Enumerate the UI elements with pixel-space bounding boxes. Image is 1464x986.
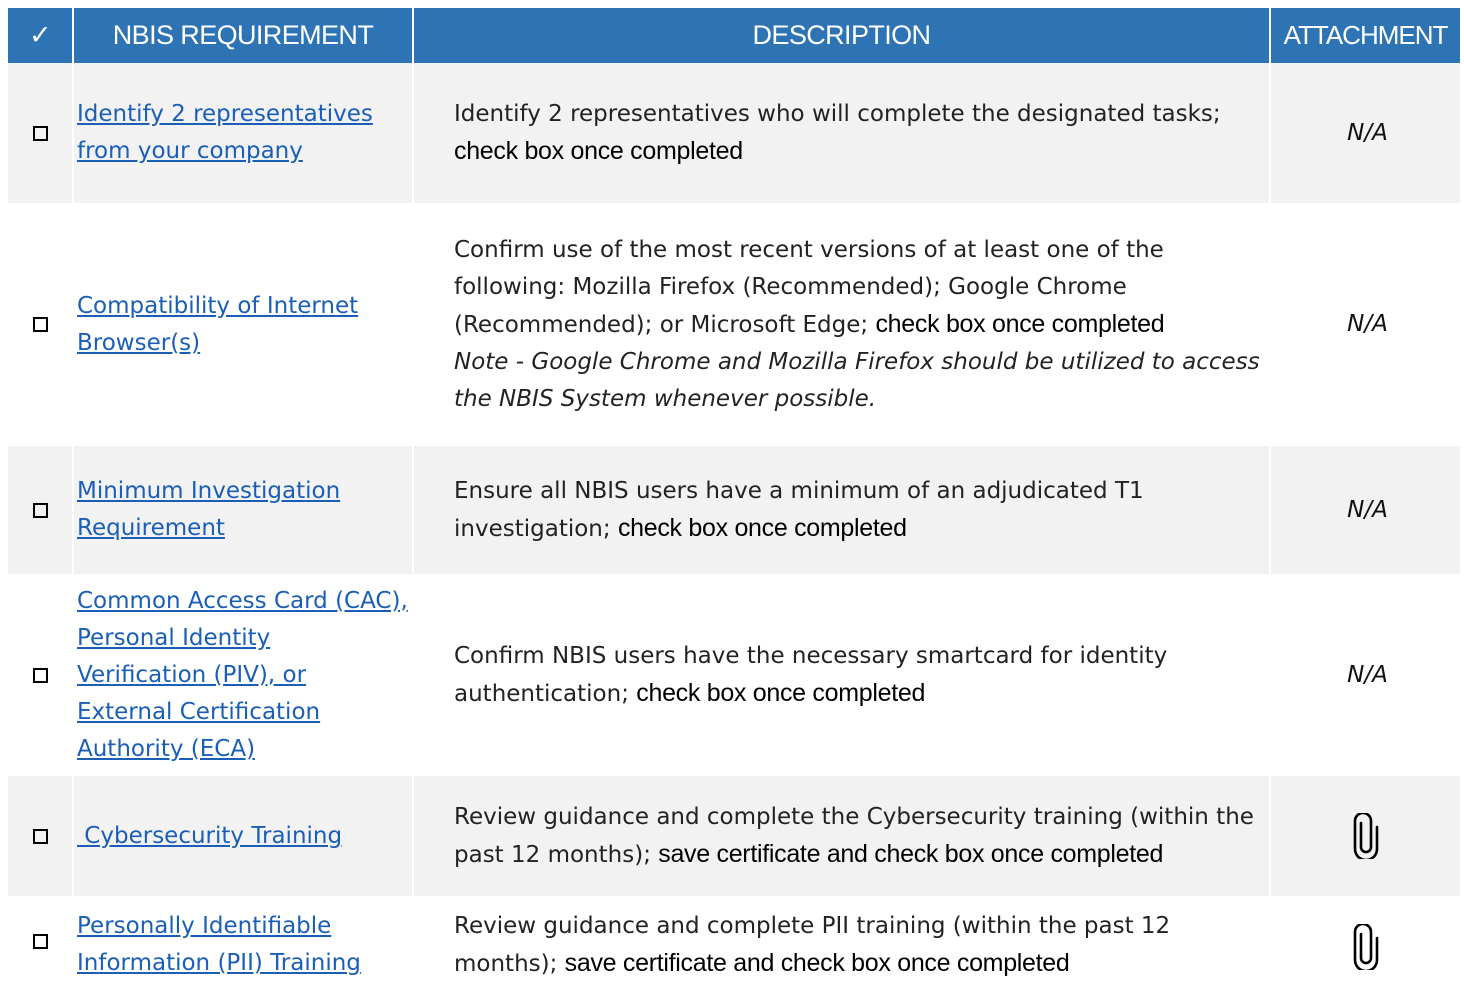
action-text: check box once completed <box>875 309 1165 338</box>
table-row: Compatibility of Internet Browser(s) Con… <box>8 203 1460 446</box>
table-row: Cybersecurity Training Review guidance a… <box>8 776 1460 896</box>
checkbox[interactable] <box>32 828 48 844</box>
description-text: Review guidance and complete PII trainin… <box>454 913 1171 977</box>
header-description: DESCRIPTION <box>414 8 1269 63</box>
checkbox[interactable] <box>32 317 48 332</box>
action-text: check box once completed <box>454 136 743 165</box>
checkbox[interactable] <box>32 502 48 518</box>
description-text: Review guidance and complete the Cyberse… <box>454 803 1254 868</box>
table-row: Minimum Investigation Requirement Ensure… <box>8 446 1460 574</box>
attachment-na: N/A <box>1347 496 1388 523</box>
checkbox[interactable] <box>32 125 48 141</box>
action-text: check box once completed <box>617 513 907 542</box>
checkbox[interactable] <box>32 933 48 949</box>
header-attachment: ATTACHMENT <box>1271 8 1460 63</box>
paperclip-icon[interactable] <box>1353 924 1379 970</box>
requirement-link[interactable]: Personally Identifiable Information (PII… <box>77 908 361 982</box>
table-header: ✓ NBIS REQUIREMENT DESCRIPTION ATTACHMEN… <box>8 8 1460 63</box>
action-text: save certificate and check box once comp… <box>658 839 1164 868</box>
action-text: save certificate and check box once comp… <box>564 949 1070 977</box>
description-text: Ensure all NBIS users have a minimum of … <box>454 477 1144 542</box>
action-text: check box once completed <box>636 678 926 707</box>
description-text: Confirm use of the most recent versions … <box>454 236 1260 412</box>
attachment-na: N/A <box>1347 311 1388 337</box>
attachment-na: N/A <box>1347 119 1388 146</box>
header-check: ✓ <box>8 8 72 63</box>
description-text: Identify 2 representatives who will comp… <box>454 100 1221 165</box>
attachment-na: N/A <box>1347 661 1388 688</box>
nbis-requirements-table: ✓ NBIS REQUIREMENT DESCRIPTION ATTACHMEN… <box>8 8 1460 986</box>
requirement-link[interactable]: Cybersecurity Training <box>77 818 342 855</box>
checkbox[interactable] <box>32 667 48 683</box>
table-row: Personally Identifiable Information (PII… <box>8 896 1460 986</box>
header-requirement: NBIS REQUIREMENT <box>74 8 412 63</box>
note-text: Note - Google Chrome and Mozilla Firefox… <box>454 348 1260 412</box>
requirement-link[interactable]: Identify 2 representatives from your com… <box>77 96 373 170</box>
table-row: Identify 2 representatives from your com… <box>8 63 1460 203</box>
requirement-link[interactable]: Compatibility of Internet Browser(s) <box>77 288 358 362</box>
paperclip-icon[interactable] <box>1353 813 1379 859</box>
description-text: Confirm NBIS users have the necessary sm… <box>454 642 1168 707</box>
requirement-link[interactable]: Common Access Card (CAC), Personal Ident… <box>77 583 408 768</box>
table-row: Common Access Card (CAC), Personal Ident… <box>8 574 1460 776</box>
requirement-link[interactable]: Minimum Investigation Requirement <box>77 473 340 547</box>
